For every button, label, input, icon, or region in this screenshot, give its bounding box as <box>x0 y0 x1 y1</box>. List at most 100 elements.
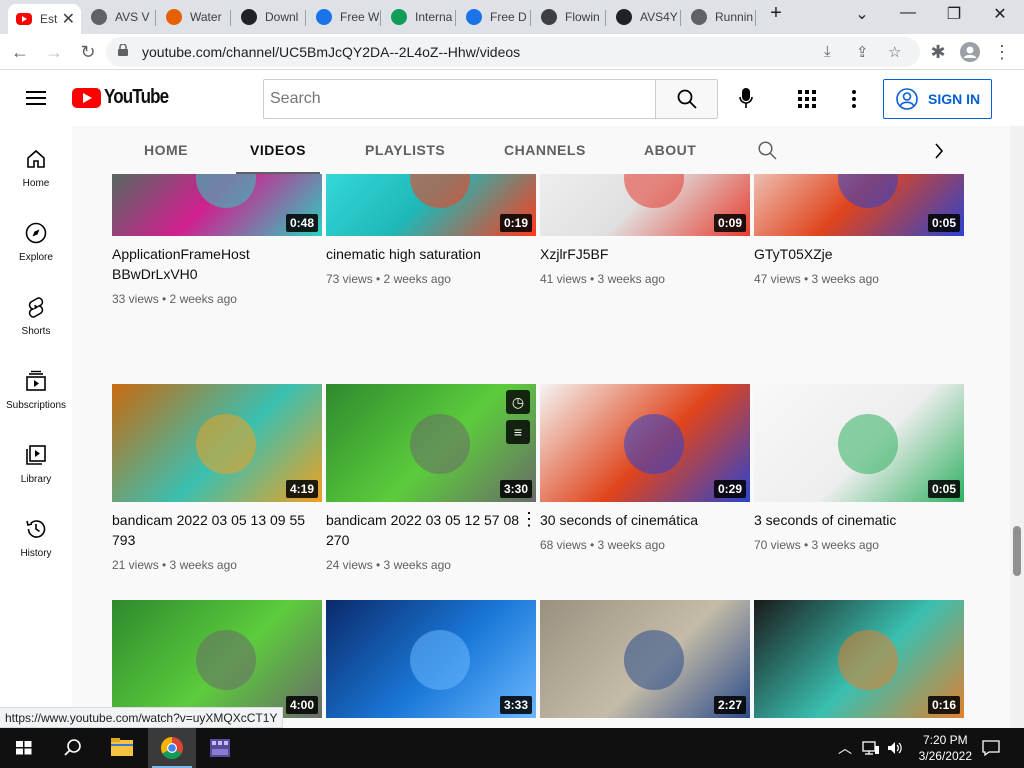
tab-videos[interactable]: VIDEOS <box>236 126 320 174</box>
taskbar-search-icon[interactable] <box>48 728 96 768</box>
install-icon[interactable]: ⤓ <box>824 43 831 60</box>
thumbnail-artwork <box>410 629 470 690</box>
duration-badge: 0:16 <box>927 696 960 714</box>
tab-search-icon[interactable]: ⌄ <box>842 4 882 24</box>
tab-home[interactable]: HOME <box>144 126 188 174</box>
tab-playlists[interactable]: PLAYLISTS <box>365 126 445 174</box>
sidebar-item-home[interactable]: Home <box>0 126 72 200</box>
video-title[interactable]: GTyT05XZje <box>754 244 954 264</box>
thumbnail-artwork <box>410 413 470 474</box>
duration-badge: 3:30 <box>499 480 532 498</box>
browser-tab[interactable]: AVS V <box>83 4 156 30</box>
settings-more-icon[interactable] <box>852 90 856 108</box>
tab-separator <box>530 10 531 26</box>
browser-tab[interactable]: Free D <box>458 4 531 30</box>
reload-button[interactable]: ↻ <box>76 40 100 64</box>
video-thumbnail[interactable]: 0:05 <box>754 384 964 502</box>
compass-icon <box>25 222 47 244</box>
video-metadata: 70 views • 3 weeks ago <box>754 538 879 552</box>
search-input[interactable] <box>264 80 655 118</box>
hamburger-menu-icon[interactable] <box>26 90 46 106</box>
page-scrollbar[interactable] <box>1010 126 1024 728</box>
sidebar-item-history[interactable]: History <box>0 496 72 570</box>
profile-avatar-icon[interactable] <box>958 40 982 64</box>
video-thumbnail[interactable]: 3:30 ◷ ≡ <box>326 384 536 502</box>
add-to-queue-icon[interactable]: ≡ <box>506 420 530 444</box>
watch-later-icon[interactable]: ◷ <box>506 390 530 414</box>
minimize-button[interactable]: — <box>888 4 928 22</box>
chrome-icon[interactable] <box>148 728 196 768</box>
video-thumbnail[interactable]: 0:29 <box>540 384 750 502</box>
new-tab-button[interactable]: + <box>756 2 796 25</box>
youtube-wordmark[interactable]: YouTube <box>104 86 169 109</box>
tab-about[interactable]: ABOUT <box>644 126 696 174</box>
close-tab-icon[interactable]: ✕ <box>62 9 75 29</box>
apps-grid-icon[interactable] <box>798 90 816 108</box>
sidebar-item-shorts[interactable]: Shorts <box>0 274 72 348</box>
arrows-icon <box>541 9 557 25</box>
microphone-icon[interactable] <box>739 88 753 110</box>
sign-in-button[interactable]: SIGN IN <box>883 79 992 119</box>
windows-start-icon[interactable] <box>0 728 48 768</box>
search-button[interactable] <box>655 79 718 119</box>
browser-tab[interactable]: Interna <box>383 4 456 30</box>
video-thumbnail[interactable]: 4:00 <box>112 600 322 718</box>
video-menu-icon[interactable]: ⋮ <box>520 510 538 528</box>
video-title[interactable]: 3 seconds of cinematic <box>754 510 954 530</box>
browser-tab[interactable]: Flowin <box>533 4 606 30</box>
network-icon[interactable] <box>862 740 880 756</box>
tray-overflow-chevron-icon[interactable]: ︿ <box>838 738 852 758</box>
file-explorer-icon[interactable] <box>98 728 146 768</box>
video-title[interactable]: XzjlrFJ5BF <box>540 244 740 264</box>
sidebar-item-explore[interactable]: Explore <box>0 200 72 274</box>
video-title[interactable]: 30 seconds of cinemática <box>540 510 740 530</box>
video-thumbnail[interactable]: 3:33 <box>326 600 536 718</box>
sidebar-item-library[interactable]: Library <box>0 422 72 496</box>
video-title[interactable]: bandicam 2022 03 05 12 57 08 270 <box>326 510 526 550</box>
browser-menu-icon[interactable]: ⋮ <box>990 40 1014 64</box>
volume-icon[interactable] <box>886 740 904 756</box>
tab-channels[interactable]: CHANNELS <box>504 126 586 174</box>
address-bar[interactable]: youtube.com/channel/UC5BmJcQY2DA--2L4oZ-… <box>106 37 920 67</box>
duration-badge: 0:48 <box>285 214 318 232</box>
close-window-button[interactable]: ✕ <box>980 4 1020 24</box>
tab-label: Downl <box>265 10 299 24</box>
globe-icon <box>91 9 107 25</box>
extensions-icon[interactable]: ✱ <box>926 40 950 64</box>
sidebar-item-subscriptions[interactable]: Subscriptions <box>0 348 72 422</box>
tab-label: Est <box>40 12 58 26</box>
subscriptions-icon <box>26 370 46 391</box>
notifications-icon[interactable] <box>982 739 1000 757</box>
back-button[interactable]: ← <box>8 40 32 64</box>
video-title[interactable]: ApplicationFrameHost BBwDrLxVH0 <box>112 244 312 284</box>
forward-button[interactable]: → <box>42 40 66 64</box>
video-editor-icon[interactable] <box>196 728 244 768</box>
browser-tab[interactable]: Est ✕ <box>8 4 81 34</box>
thumbnail-artwork <box>838 629 898 690</box>
chevron-right-icon[interactable] <box>934 143 944 159</box>
video-title[interactable]: cinematic high saturation <box>326 244 526 264</box>
scrollbar-thumb[interactable] <box>1013 526 1021 576</box>
tab-label: Free W <box>340 10 380 24</box>
browser-tab[interactable]: Runnin <box>683 4 756 30</box>
bookmark-star-icon[interactable]: ☆ <box>888 43 901 61</box>
youtube-logo-icon[interactable] <box>72 88 101 108</box>
system-clock[interactable]: 7:20 PM 3/26/2022 <box>919 732 972 764</box>
browser-tab[interactable]: Free W <box>308 4 381 30</box>
channel-search-icon[interactable] <box>758 141 777 160</box>
duration-badge: 3:33 <box>499 696 532 714</box>
tab-separator <box>155 10 156 26</box>
video-title[interactable]: bandicam 2022 03 05 13 09 55 793 <box>112 510 312 550</box>
clock-date: 3/26/2022 <box>918 749 972 763</box>
video-thumbnail[interactable]: 2:27 <box>540 600 750 718</box>
video-metadata: 68 views • 3 weeks ago <box>540 538 665 552</box>
restore-button[interactable]: ❐ <box>934 4 974 24</box>
video-thumbnail[interactable]: 4:19 <box>112 384 322 502</box>
browser-tab[interactable]: Water <box>158 4 231 30</box>
browser-tab[interactable]: Downl <box>233 4 306 30</box>
browser-tab[interactable]: AVS4Y <box>608 4 681 30</box>
video-thumbnail[interactable]: 0:16 <box>754 600 964 718</box>
search-input-container[interactable] <box>263 79 656 119</box>
browser-toolbar: ← → ↻ youtube.com/channel/UC5BmJcQY2DA--… <box>0 34 1024 70</box>
share-icon[interactable]: ⇪ <box>856 43 869 61</box>
